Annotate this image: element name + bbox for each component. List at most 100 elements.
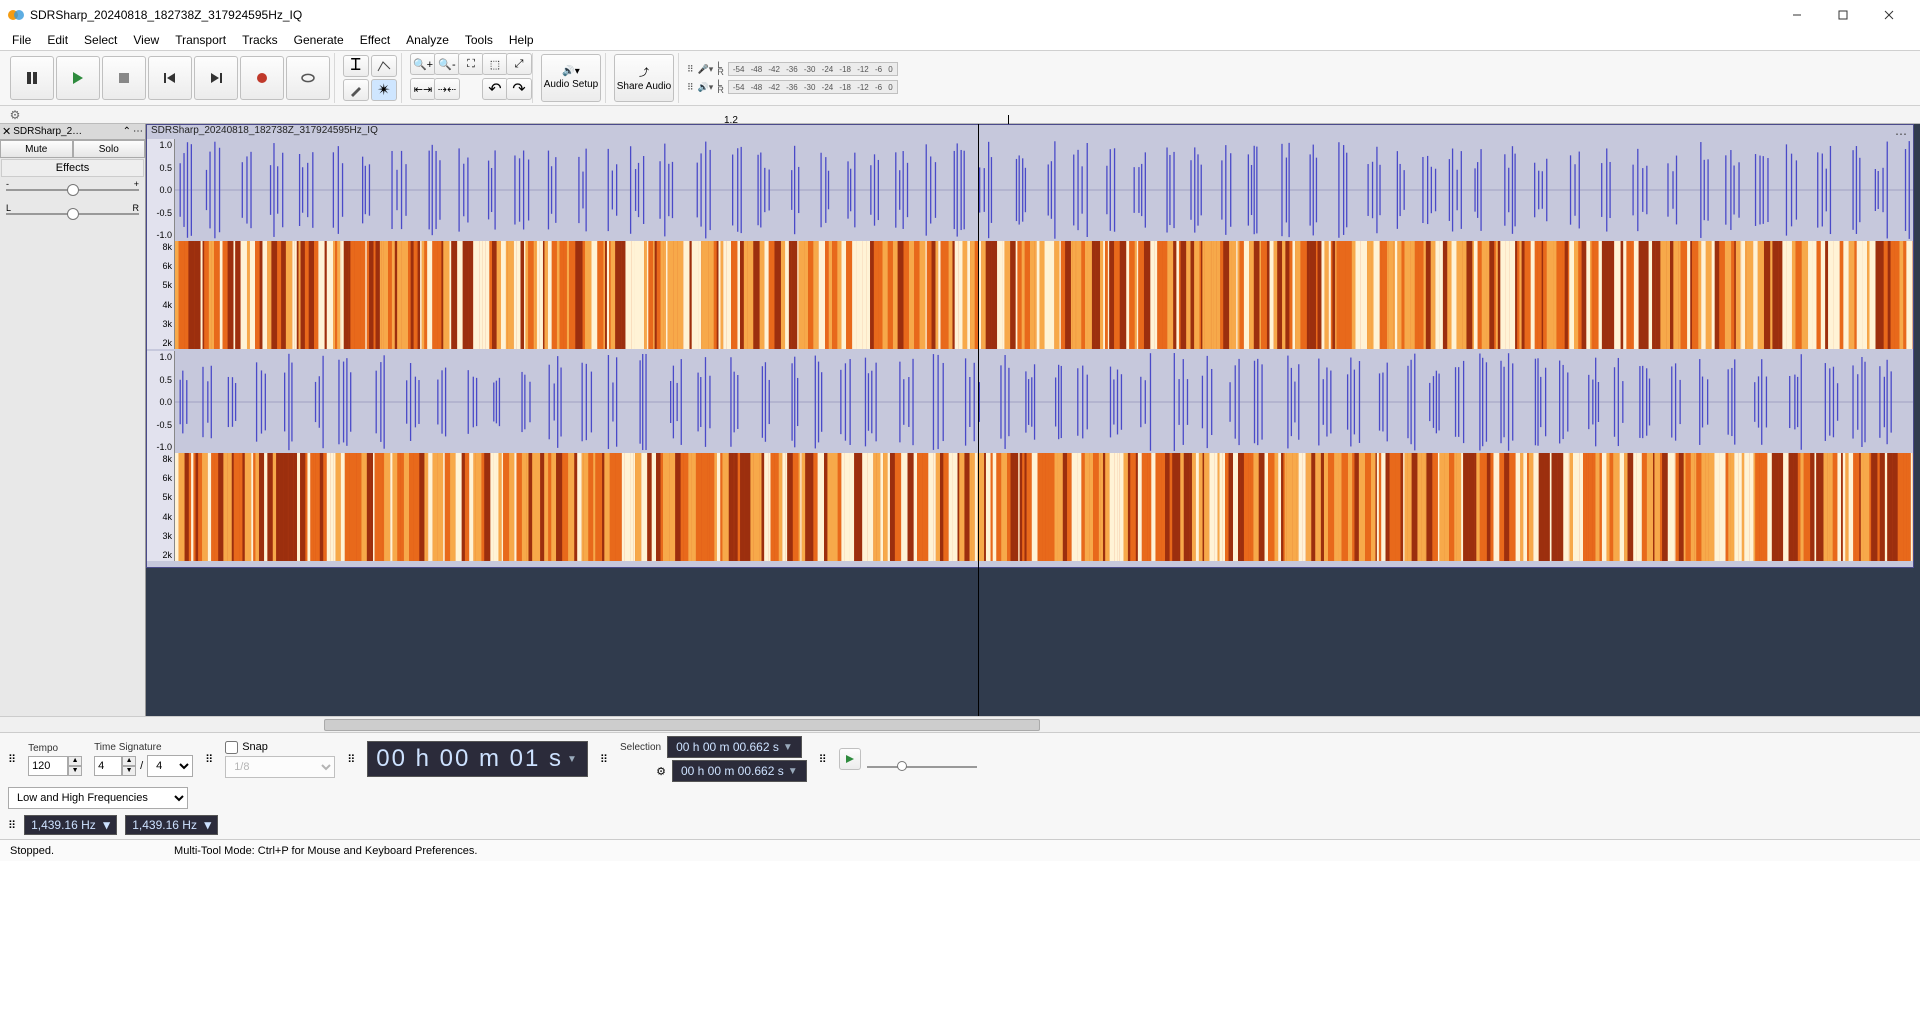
bottom-toolbar: ⠿ Tempo ▲▼ Time Signature ▲▼ / 4 ⠿ Snap … (0, 732, 1920, 839)
zoom-out-icon: 🔍- (438, 58, 455, 71)
menu-generate[interactable]: Generate (286, 31, 352, 49)
mic-icon[interactable]: 🎤▾ (698, 64, 714, 75)
grip-icon[interactable]: ⠿ (819, 753, 827, 766)
window-maximize-button[interactable] (1820, 0, 1866, 30)
mute-button[interactable]: Mute (0, 140, 73, 158)
status-state: Stopped. (10, 845, 54, 857)
menu-edit[interactable]: Edit (39, 31, 76, 49)
title-bar: SDRSharp_20240818_182738Z_317924595Hz_IQ (0, 0, 1920, 30)
horizontal-scrollbar[interactable] (0, 716, 1920, 732)
tempo-input[interactable]: ▲▼ (28, 756, 82, 776)
grip-icon[interactable]: ⠿ (600, 753, 608, 766)
frequency-mode-select[interactable]: Low and High Frequencies (8, 787, 188, 809)
waveform-ch2[interactable] (175, 351, 1913, 453)
skip-start-button[interactable] (148, 56, 192, 100)
window-title: SDRSharp_20240818_182738Z_317924595Hz_IQ (30, 8, 302, 22)
window-close-button[interactable] (1866, 0, 1912, 30)
redo-button[interactable]: ↷ (506, 78, 532, 100)
clip-name-label[interactable]: SDRSharp_20240818_182738Z_317924595Hz_IQ (151, 125, 378, 136)
playback-meter[interactable]: -54-48-42-36-30-24-18-12-60 (728, 80, 898, 94)
freq-ruler: 8k 6k 5k 4k 3k 2k (147, 241, 175, 349)
timesig-label: Time Signature (94, 742, 193, 753)
track-view[interactable]: SDRSharp_20240818_182738Z_317924595Hz_IQ… (146, 124, 1920, 716)
snap-select: 1/8 (225, 756, 335, 778)
track-close-button[interactable]: ✕ (2, 125, 11, 138)
status-hint: Multi-Tool Mode: Ctrl+P for Mouse and Ke… (174, 845, 477, 857)
ibeam-icon: Ꮖ (351, 57, 362, 75)
grip-icon[interactable]: ⠿ (205, 753, 213, 766)
track-menu-button[interactable]: ⋯ (133, 126, 143, 137)
track-name-label[interactable]: SDRSharp_2… (13, 126, 120, 137)
waveform-ch1[interactable] (175, 139, 1913, 241)
window-minimize-button[interactable] (1774, 0, 1820, 30)
menu-analyze[interactable]: Analyze (398, 31, 457, 49)
share-audio-button[interactable]: ⤴ Share Audio (614, 54, 674, 102)
skip-end-button[interactable] (194, 56, 238, 100)
track-collapse-button[interactable]: ⌃ (123, 126, 131, 137)
amplitude-ruler: 1.0 0.5 0.0 -0.5 -1.0 (147, 351, 175, 453)
snap-checkbox[interactable]: Snap (225, 741, 335, 754)
record-button[interactable] (240, 56, 284, 100)
selection-tool-button[interactable]: Ꮖ (343, 55, 369, 77)
menu-help[interactable]: Help (501, 31, 542, 49)
menu-tracks[interactable]: Tracks (234, 31, 286, 49)
clip-menu-button[interactable]: ⋯ (1895, 127, 1907, 141)
effects-button[interactable]: Effects (1, 159, 144, 177)
menu-effect[interactable]: Effect (352, 31, 398, 49)
grip-icon[interactable]: ⠿ (687, 64, 694, 75)
menu-tools[interactable]: Tools (457, 31, 501, 49)
edit-cursor (978, 124, 979, 716)
play-at-speed-button[interactable] (839, 748, 861, 770)
fit-project-button[interactable]: ⬚ (482, 53, 508, 75)
undo-button[interactable]: ↶ (482, 78, 508, 100)
main-time-display[interactable]: 00 h 00 m 01 s▼ (367, 741, 588, 777)
menu-file[interactable]: File (4, 31, 39, 49)
menu-view[interactable]: View (125, 31, 167, 49)
multi-tool-button[interactable]: ✴ (371, 79, 397, 101)
gain-slider[interactable]: - + (6, 179, 139, 201)
selection-start-display[interactable]: 00 h 00 m 00.662 s▼ (667, 736, 802, 758)
amplitude-ruler: 1.0 0.5 0.0 -0.5 -1.0 (147, 139, 175, 241)
spectrogram-ch1[interactable] (175, 241, 1913, 349)
rec-meter-r-label: R (717, 67, 724, 77)
high-freq-display[interactable]: 1,439.16 Hz ▼ (125, 815, 218, 835)
timeline-settings-button[interactable]: ⚙ (0, 108, 30, 122)
silence-button[interactable]: ⇢⇠ (434, 78, 460, 100)
speaker-meter-icon[interactable]: 🔊▾ (698, 82, 714, 93)
zoom-out-button[interactable]: 🔍- (434, 53, 460, 75)
play-button[interactable] (56, 56, 100, 100)
grip-icon[interactable]: ⠿ (347, 753, 355, 766)
trim-icon: ⇤⇥ (414, 83, 432, 96)
selection-settings-button[interactable]: ⚙ (620, 765, 666, 778)
grip-icon[interactable]: ⠿ (687, 82, 694, 93)
grip-icon[interactable]: ⠿ (8, 819, 16, 832)
zoom-in-icon: 🔍+ (413, 58, 433, 71)
main-toolbar: Ꮖ ✴ 🔍+ 🔍- ⛶ ⬚ ⤢ ⇤⇥ ⇢⇠ ↶ ↷ 🔊▾ Audio Setup (0, 50, 1920, 106)
timesig-num-input[interactable]: ▲▼ (94, 756, 136, 776)
spectrogram-ch2[interactable] (175, 453, 1913, 561)
draw-tool-button[interactable] (343, 79, 369, 101)
app-logo-icon (8, 7, 24, 23)
pan-slider[interactable]: L R (6, 203, 139, 225)
solo-button[interactable]: Solo (73, 140, 146, 158)
menu-transport[interactable]: Transport (167, 31, 234, 49)
grip-icon[interactable]: ⠿ (8, 753, 16, 766)
low-freq-display[interactable]: 1,439.16 Hz ▼ (24, 815, 117, 835)
timesig-den-select[interactable]: 4 (147, 755, 193, 777)
timeline-ruler[interactable]: ⚙ 1.2 (0, 106, 1920, 124)
stop-button[interactable] (102, 56, 146, 100)
zoom-toggle-icon: ⤢ (515, 58, 524, 71)
menu-select[interactable]: Select (76, 31, 125, 49)
trim-button[interactable]: ⇤⇥ (410, 78, 436, 100)
scrollbar-thumb[interactable] (324, 719, 1040, 731)
selection-end-display[interactable]: 00 h 00 m 00.662 s▼ (672, 760, 807, 782)
pause-button[interactable] (10, 56, 54, 100)
status-bar: Stopped. Multi-Tool Mode: Ctrl+P for Mou… (0, 839, 1920, 861)
envelope-tool-button[interactable] (371, 55, 397, 77)
zoom-in-button[interactable]: 🔍+ (410, 53, 436, 75)
fit-selection-button[interactable]: ⛶ (458, 53, 484, 75)
recording-meter[interactable]: -54-48-42-36-30-24-18-12-60 (728, 62, 898, 76)
loop-button[interactable] (286, 56, 330, 100)
audio-setup-button[interactable]: 🔊▾ Audio Setup (541, 54, 601, 102)
zoom-toggle-button[interactable]: ⤢ (506, 53, 532, 75)
